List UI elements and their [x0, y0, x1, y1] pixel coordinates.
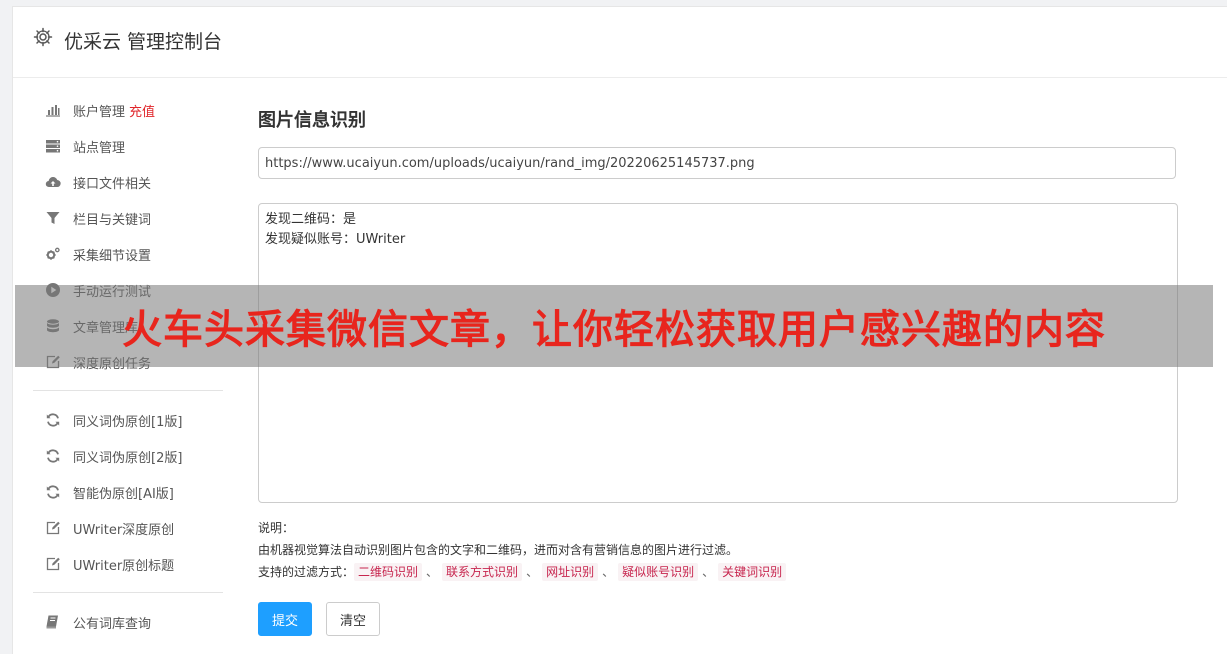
sidebar-item-label: 同义词伪原创[2版]: [73, 450, 183, 466]
result-line: 发现疑似账号：UWriter: [265, 232, 406, 247]
sidebar-item-label: UWriter原创标题: [73, 558, 175, 574]
edit-icon: [44, 519, 62, 537]
sidebar-divider: [33, 592, 223, 593]
sidebar-item[interactable]: UWriter原创标题: [33, 546, 223, 582]
filter-tag: 二维码识别: [354, 563, 423, 581]
submit-button[interactable]: 提交: [258, 602, 312, 636]
section-title: 图片信息识别: [258, 110, 366, 131]
sidebar-item[interactable]: 采集细节设置: [33, 236, 223, 272]
sidebar-item[interactable]: 接口文件相关: [33, 164, 223, 200]
filter-separator: 、: [426, 565, 439, 579]
filter-tag: 网址识别: [542, 563, 599, 581]
sidebar-item[interactable]: 同义词伪原创[2版]: [33, 438, 223, 474]
filter-icon: [44, 209, 62, 227]
filter-methods: 支持的过滤方式： 二维码识别、联系方式识别、网址识别、疑似账号识别、关键词识别: [258, 561, 1178, 583]
sidebar-item-label: 同义词伪原创[1版]: [73, 414, 183, 430]
sidebar-item[interactable]: 同义词伪原创[1版]: [33, 402, 223, 438]
notes: 说明： 由机器视觉算法自动识别图片包含的文字和二维码，进而对含有营销信息的图片进…: [258, 517, 1178, 583]
sidebar-item-label: 智能伪原创[AI版]: [73, 486, 174, 502]
sidebar-item[interactable]: 智能伪原创[AI版]: [33, 474, 223, 510]
sidebar-item-label: 公有词库查询: [73, 616, 152, 632]
notes-label: 说明：: [258, 521, 295, 535]
image-url-input[interactable]: [258, 147, 1176, 179]
sidebar-divider: [33, 390, 223, 391]
sidebar-item-label: UWriter深度原创: [73, 522, 175, 538]
filter-tag: 疑似账号识别: [618, 563, 699, 581]
filter-tag: 联系方式识别: [442, 563, 523, 581]
main-content: 图片信息识别 发现二维码：是 发现疑似账号：UWriter 说明： 由机器视觉算…: [258, 107, 1178, 636]
sidebar-item[interactable]: UWriter深度原创: [33, 510, 223, 546]
recharge-link[interactable]: 充值: [129, 101, 155, 120]
cogs-icon: [44, 245, 62, 263]
refresh-icon: [44, 447, 62, 465]
watermark-banner: 火车头采集微信文章，让你轻松获取用户感兴趣的内容: [15, 285, 1213, 367]
refresh-icon: [44, 483, 62, 501]
page-title: 优采云 管理控制台: [64, 31, 223, 53]
notes-description: 由机器视觉算法自动识别图片包含的文字和二维码，进而对含有营销信息的图片进行过滤。: [258, 543, 739, 557]
clear-button[interactable]: 清空: [326, 602, 380, 636]
server-icon: [44, 137, 62, 155]
cloud-upload-icon: [44, 173, 62, 191]
sidebar-item[interactable]: 栏目与关键词: [33, 200, 223, 236]
refresh-icon: [44, 411, 62, 429]
sidebar-item[interactable]: 公有词库查询: [33, 604, 223, 640]
sidebar-item-label: 站点管理: [73, 140, 126, 156]
filter-tag: 关键词识别: [718, 563, 787, 581]
filter-separator: 、: [702, 565, 715, 579]
filter-prefix: 支持的过滤方式：: [258, 565, 355, 579]
book-icon: [44, 613, 62, 631]
result-line: 发现二维码：是: [265, 212, 357, 227]
edit-icon: [44, 555, 62, 573]
sidebar-item-label: 栏目与关键词: [73, 212, 152, 228]
banner-text: 火车头采集微信文章，让你轻松获取用户感兴趣的内容: [122, 307, 1106, 353]
sidebar-item-label: 采集细节设置: [73, 248, 152, 264]
filter-separator: 、: [526, 565, 539, 579]
gear-icon: [33, 27, 53, 47]
sidebar-item[interactable]: 账户管理 充值: [33, 92, 223, 128]
sidebar-item-label: 账户管理: [73, 104, 126, 120]
filter-separator: 、: [602, 565, 615, 579]
bar-chart-icon: [44, 101, 62, 119]
sidebar-item-label: 接口文件相关: [73, 176, 152, 192]
page-header: 优采云 管理控制台: [13, 7, 1227, 78]
sidebar-item[interactable]: 站点管理: [33, 128, 223, 164]
